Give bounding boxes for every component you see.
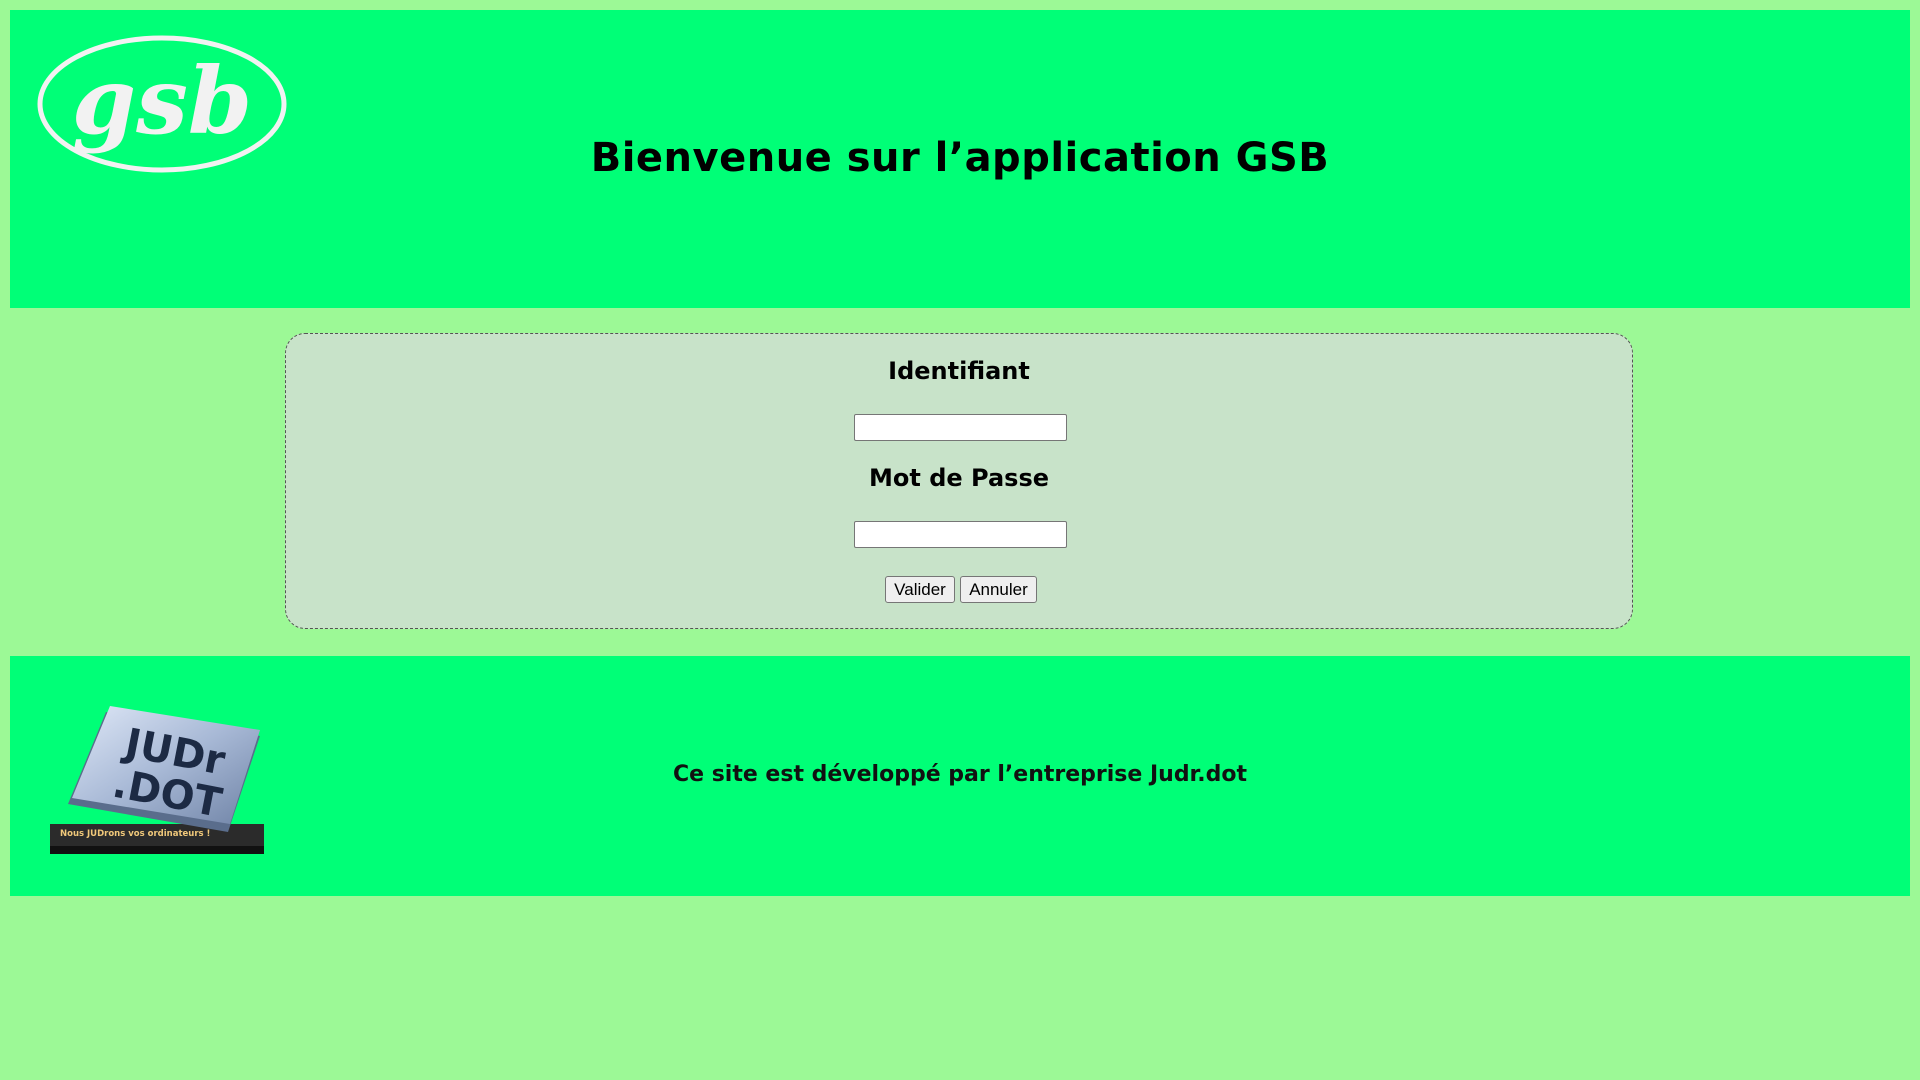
footer-banner: JUDr .DOT Nous JUDrons vos ordinateurs !… [10,656,1910,896]
page-title: Bienvenue sur l’application GSB [590,135,1330,181]
footer-text: Ce site est développé par l’entreprise J… [672,762,1248,787]
username-input[interactable] [854,414,1067,441]
cancel-button[interactable]: Annuler [960,576,1037,603]
username-label: Identifiant [888,357,1030,385]
password-label: Mot de Passe [869,464,1049,492]
header-banner: gsb Bienvenue sur l’application GSB [10,10,1910,308]
password-input[interactable] [854,521,1067,548]
judr-logo-tagline: Nous JUDrons vos ordinateurs ! [60,829,210,839]
login-form: Identifiant Mot de Passe Valider Annuler [285,333,1633,629]
submit-button[interactable]: Valider [885,576,955,603]
